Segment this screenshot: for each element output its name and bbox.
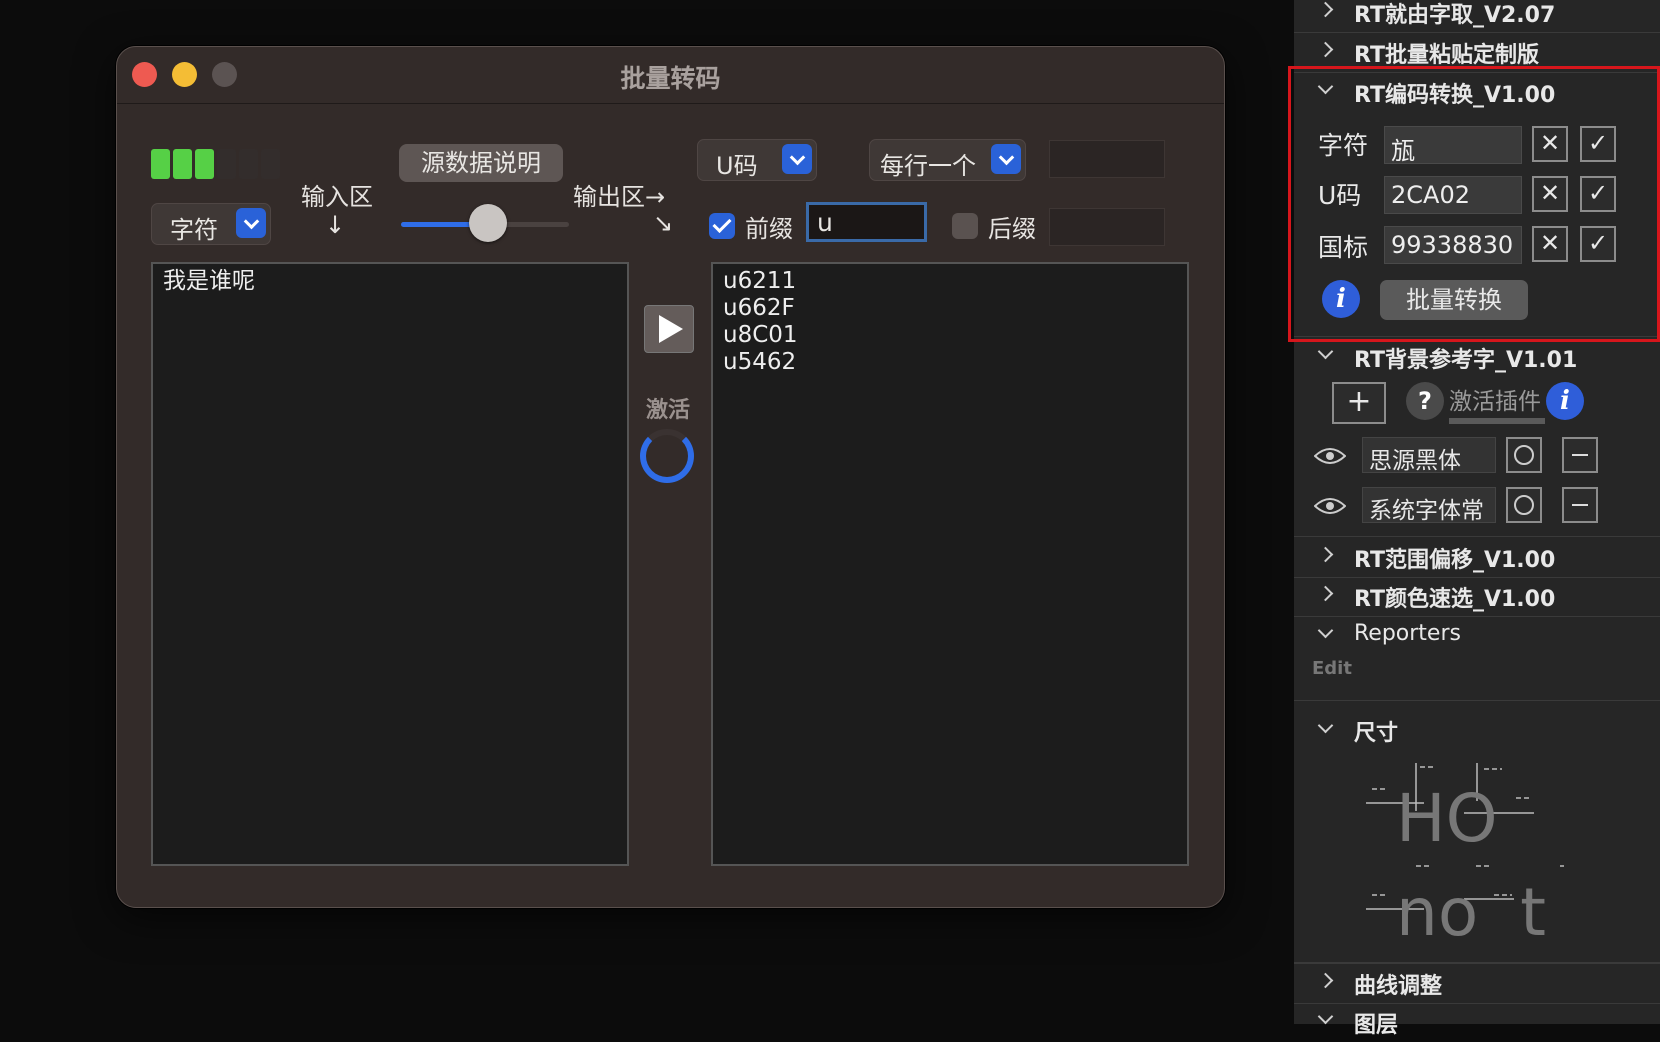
section-title: 图层 — [1354, 1013, 1399, 1038]
output-area-arrow: ↘ — [653, 209, 674, 237]
chevron-down-icon — [236, 208, 266, 238]
output-line: u662F — [723, 295, 795, 321]
section-title: RT就由字取_V2.07 — [1354, 3, 1556, 28]
prefix-checkbox[interactable] — [709, 213, 735, 239]
meter-segment — [261, 149, 280, 179]
per-line-popup[interactable]: 每行一个 — [869, 139, 1026, 181]
ellipsis-icon[interactable] — [1506, 487, 1542, 523]
meter-segment — [239, 149, 258, 179]
minus-icon[interactable] — [1562, 487, 1598, 523]
play-icon[interactable] — [644, 305, 694, 353]
meter-segment — [173, 149, 192, 179]
meter-segment — [195, 149, 214, 179]
slider-knob[interactable] — [469, 204, 508, 242]
help-icon[interactable]: ? — [1406, 382, 1444, 420]
chevron-down-icon — [1317, 622, 1334, 639]
section-size: 尺寸 HO no t — [1294, 700, 1660, 964]
section-title: RT颜色速选_V1.00 — [1354, 587, 1556, 612]
meter-segment — [151, 149, 170, 179]
output-textarea[interactable]: u6211 u662F u8C01 u5462 — [711, 262, 1189, 866]
plus-icon[interactable]: + — [1332, 382, 1386, 424]
per-line-value: 每行一个 — [880, 152, 976, 180]
section-title: RT背景参考字_V1.01 — [1354, 348, 1578, 373]
progress-spinner — [640, 429, 694, 483]
chevron-down-icon — [1317, 1008, 1334, 1025]
font-name-field[interactable]: 系统字体常 — [1362, 487, 1496, 524]
section-header-offset[interactable]: RT范围偏移_V1.00 — [1294, 536, 1660, 578]
section-title: RT范围偏移_V1.00 — [1354, 548, 1556, 573]
chevron-right-icon — [1317, 546, 1334, 563]
suffix-input[interactable] — [1049, 208, 1165, 246]
activate-plugin-label[interactable]: 激活插件 — [1449, 382, 1545, 424]
highlight-box — [1288, 66, 1660, 342]
output-area-label: 输出区→ — [573, 183, 666, 211]
input-type-value: 字符 — [170, 216, 218, 244]
chevron-right-icon — [1317, 41, 1334, 58]
section-header-reporters[interactable]: Reporters Edit — [1294, 616, 1660, 701]
slider[interactable] — [401, 204, 569, 242]
section-header-curve[interactable]: 曲线调整 — [1294, 962, 1660, 1004]
edit-link[interactable]: Edit — [1312, 658, 1352, 679]
activate-label: 激活 — [646, 398, 691, 423]
output-code-value: U码 — [716, 152, 758, 180]
output-code-popup[interactable]: U码 — [697, 139, 817, 181]
output-line: u5462 — [723, 349, 797, 375]
window-title: 批量转码 — [620, 64, 721, 93]
output-line: u6211 — [723, 268, 797, 294]
title-bar: 批量转码 — [117, 47, 1224, 104]
output-line: u8C01 — [723, 322, 798, 348]
level-meter — [151, 149, 280, 179]
section-header-color[interactable]: RT颜色速选_V1.00 — [1294, 576, 1660, 617]
input-textarea[interactable]: 我是谁呢 — [151, 262, 629, 866]
section-header-0[interactable]: RT就由字取_V2.07 — [1294, 0, 1660, 33]
size-sample-bottom: no t — [1396, 874, 1546, 951]
input-area-arrow: ↓ — [325, 211, 346, 239]
input-text: 我是谁呢 — [163, 268, 255, 294]
section-header-bg[interactable]: RT背景参考字_V1.01 — [1294, 336, 1660, 377]
font-name-field[interactable]: 思源黑体 — [1362, 437, 1496, 474]
chevron-down-icon[interactable] — [1317, 717, 1334, 734]
separator-field[interactable] — [1049, 140, 1165, 178]
source-help-button[interactable]: 源数据说明 — [399, 144, 563, 182]
input-area-label: 输入区 — [301, 183, 373, 211]
suffix-checkbox[interactable] — [952, 213, 978, 239]
meter-segment — [217, 149, 236, 179]
section-title: RT批量粘贴定制版 — [1354, 43, 1539, 68]
batch-convert-window: 批量转码 源数据说明 字符 输入区 ↓ 输出区→ ↘ U码 每行一个 前缀 u … — [116, 46, 1225, 908]
chevron-down-icon — [1317, 343, 1334, 360]
section-title: 曲线调整 — [1354, 974, 1443, 999]
minus-icon[interactable] — [1562, 437, 1598, 473]
size-sample-top: HO — [1396, 780, 1498, 857]
prefix-input-value: u — [817, 208, 833, 237]
section-title: 尺寸 — [1354, 721, 1399, 746]
info-icon[interactable]: i — [1546, 382, 1584, 420]
eye-icon[interactable] — [1314, 446, 1346, 466]
eye-icon[interactable] — [1314, 496, 1346, 516]
chevron-right-icon — [1317, 585, 1334, 602]
ellipsis-icon[interactable] — [1506, 437, 1542, 473]
output-lines: u6211 u662F u8C01 u5462 — [723, 268, 1177, 376]
chevron-right-icon — [1317, 972, 1334, 989]
size-preview: HO no t — [1366, 763, 1564, 951]
input-type-popup[interactable]: 字符 — [151, 203, 271, 245]
prefix-input[interactable]: u — [806, 202, 927, 242]
suffix-label: 后缀 — [988, 215, 1036, 243]
chevron-down-icon — [782, 144, 812, 174]
chevron-right-icon — [1317, 1, 1334, 18]
prefix-label: 前缀 — [745, 215, 793, 243]
section-title: Reporters — [1354, 621, 1461, 646]
chevron-down-icon — [991, 144, 1021, 174]
section-header-layers[interactable]: 图层 — [1294, 1002, 1660, 1042]
